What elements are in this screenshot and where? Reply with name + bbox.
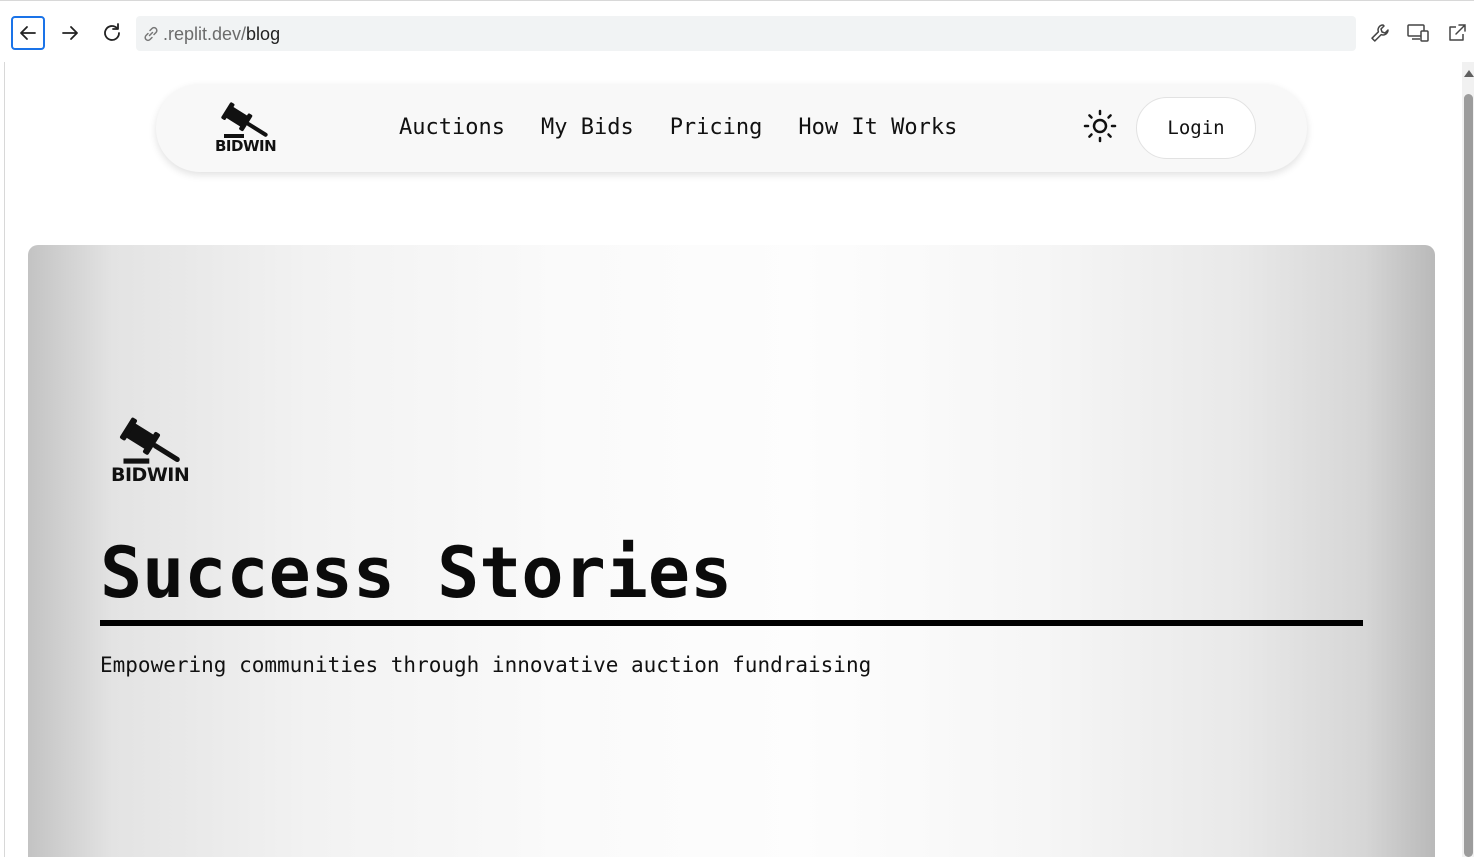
url-domain: .replit.dev/ <box>163 24 247 44</box>
hero-subtitle: Empowering communities through innovativ… <box>100 653 872 677</box>
address-bar[interactable]: .replit.dev/blog <box>136 16 1356 51</box>
site-navbar: BIDWIN Auctions My Bids Pricing How It W… <box>156 84 1307 172</box>
hero-brand-name: BIDWIN <box>111 464 190 486</box>
forward-arrow-icon <box>62 26 78 40</box>
url-path: blog <box>246 24 281 44</box>
nav-link-pricing[interactable]: Pricing <box>670 113 763 143</box>
wrench-icon <box>1371 24 1389 42</box>
hero-brand-logo: BIDWIN <box>108 417 190 489</box>
devtools-button[interactable] <box>1363 16 1397 50</box>
brand-logo[interactable]: BIDWIN <box>212 102 277 158</box>
link-icon <box>144 26 158 42</box>
scrollbar-thumb[interactable] <box>1464 94 1473 857</box>
login-button[interactable]: Login <box>1136 97 1256 159</box>
hero-divider <box>100 620 1363 626</box>
browser-toolbar: .replit.dev/blog <box>0 0 1474 62</box>
device-toggle-button[interactable] <box>1401 16 1435 50</box>
nav-links: Auctions My Bids Pricing How It Works <box>399 113 957 143</box>
back-button[interactable] <box>11 16 45 50</box>
brand-name: BIDWIN <box>215 137 277 155</box>
gavel-icon <box>120 417 180 464</box>
sun-icon <box>1083 109 1117 143</box>
reload-button[interactable] <box>95 16 129 50</box>
nav-link-my-bids[interactable]: My Bids <box>541 113 634 143</box>
nav-link-auctions[interactable]: Auctions <box>399 113 505 143</box>
nav-link-how-it-works[interactable]: How It Works <box>798 113 957 143</box>
scroll-up-arrow-icon[interactable] <box>1464 70 1474 77</box>
hero-banner: BIDWIN Success Stories Empowering commun… <box>28 245 1435 857</box>
theme-toggle-button[interactable] <box>1082 108 1118 144</box>
hero-title: Success Stories <box>100 532 733 614</box>
page-frame-border <box>4 62 5 857</box>
gavel-icon <box>221 102 268 138</box>
forward-button[interactable] <box>53 16 87 50</box>
back-arrow-icon <box>20 26 36 40</box>
open-external-icon <box>1449 24 1466 41</box>
url-text: .replit.dev/blog <box>163 24 280 45</box>
devices-icon <box>1407 24 1429 42</box>
open-external-button[interactable] <box>1440 16 1474 50</box>
reload-icon <box>104 23 120 41</box>
